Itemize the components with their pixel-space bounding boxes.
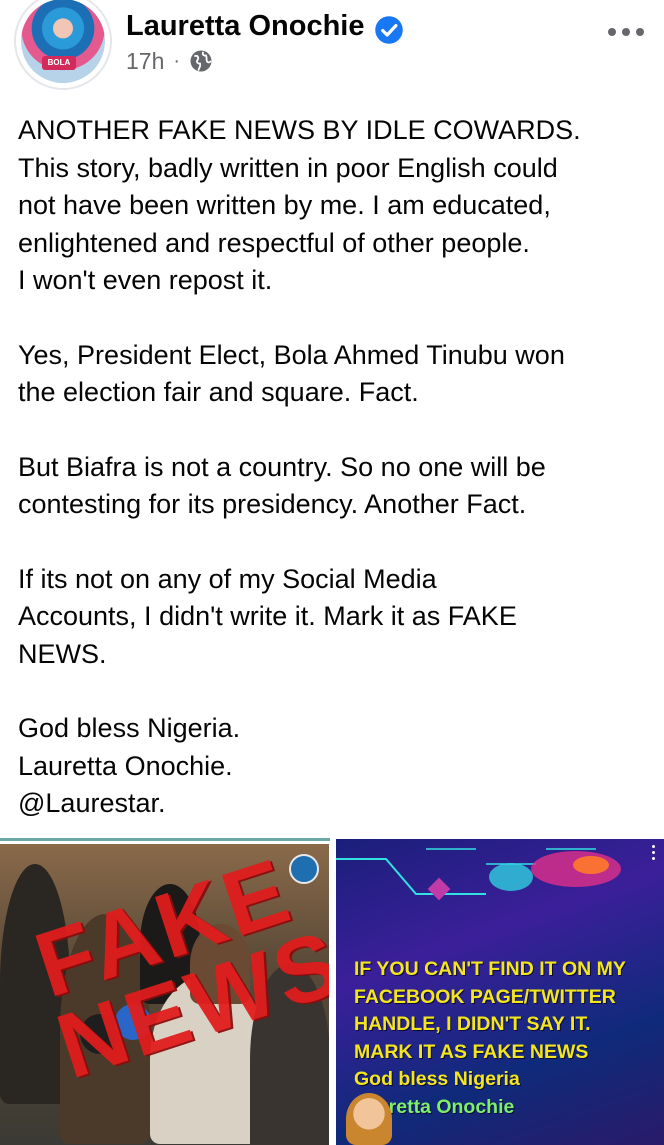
globe-icon[interactable] (189, 49, 213, 73)
media-graphic-right[interactable]: IF YOU CAN'T FIND IT ON MY FACEBOOK PAGE… (336, 839, 664, 1145)
post-timestamp[interactable]: 17h (126, 48, 164, 75)
disclaimer-graphic-text: IF YOU CAN'T FIND IT ON MY FACEBOOK PAGE… (354, 956, 659, 1121)
post-body: ANOTHER FAKE NEWS BY IDLE COWARDS. This … (18, 112, 658, 823)
meta-separator: · (173, 49, 181, 72)
graphic-line-4: MARK IT AS FAKE NEWS (354, 1040, 589, 1063)
author-avatar[interactable]: BOLA (14, 0, 112, 90)
avatar-image (21, 0, 105, 83)
more-dot-icon (622, 28, 630, 36)
author-name[interactable]: Lauretta Onochie (126, 10, 365, 43)
neon-decoration (336, 848, 621, 901)
graphic-line-5: God bless Nigeria (354, 1068, 520, 1090)
post-paragraph-1: ANOTHER FAKE NEWS BY IDLE COWARDS. This … (18, 115, 581, 295)
post-paragraph-4: If its not on any of my Social Media Acc… (18, 563, 517, 669)
post-paragraph-3: But Biafra is not a country. So no one w… (18, 451, 546, 520)
memoji-avatar (346, 1093, 392, 1145)
media-divider (0, 838, 330, 841)
graphic-line-1: IF YOU CAN'T FIND IT ON MY (354, 958, 626, 980)
post-header: BOLA Lauretta Onochie 17h · (0, 0, 664, 90)
post-paragraph-5: God bless Nigeria. Lauretta Onochie. @La… (18, 713, 241, 818)
more-options-button[interactable] (608, 22, 644, 42)
channel-logo-icon (289, 854, 319, 884)
graphic-line-2: FACEBOOK PAGE/TWITTER (354, 985, 616, 1008)
verified-badge-icon (375, 16, 403, 44)
image-more-icon[interactable] (652, 845, 658, 863)
avatar-badge: BOLA (42, 56, 76, 70)
post-meta: 17h · (126, 46, 213, 76)
post-paragraph-2: Yes, President Elect, Bola Ahmed Tinubu … (18, 339, 565, 408)
more-dot-icon (636, 28, 644, 36)
media-photo-left[interactable]: FAKE NEWS (0, 844, 329, 1145)
more-dot-icon (608, 28, 616, 36)
graphic-line-6: Lauretta Onochie (354, 1095, 515, 1118)
graphic-line-3: HANDLE, I DIDN'T SAY IT. (354, 1013, 591, 1035)
